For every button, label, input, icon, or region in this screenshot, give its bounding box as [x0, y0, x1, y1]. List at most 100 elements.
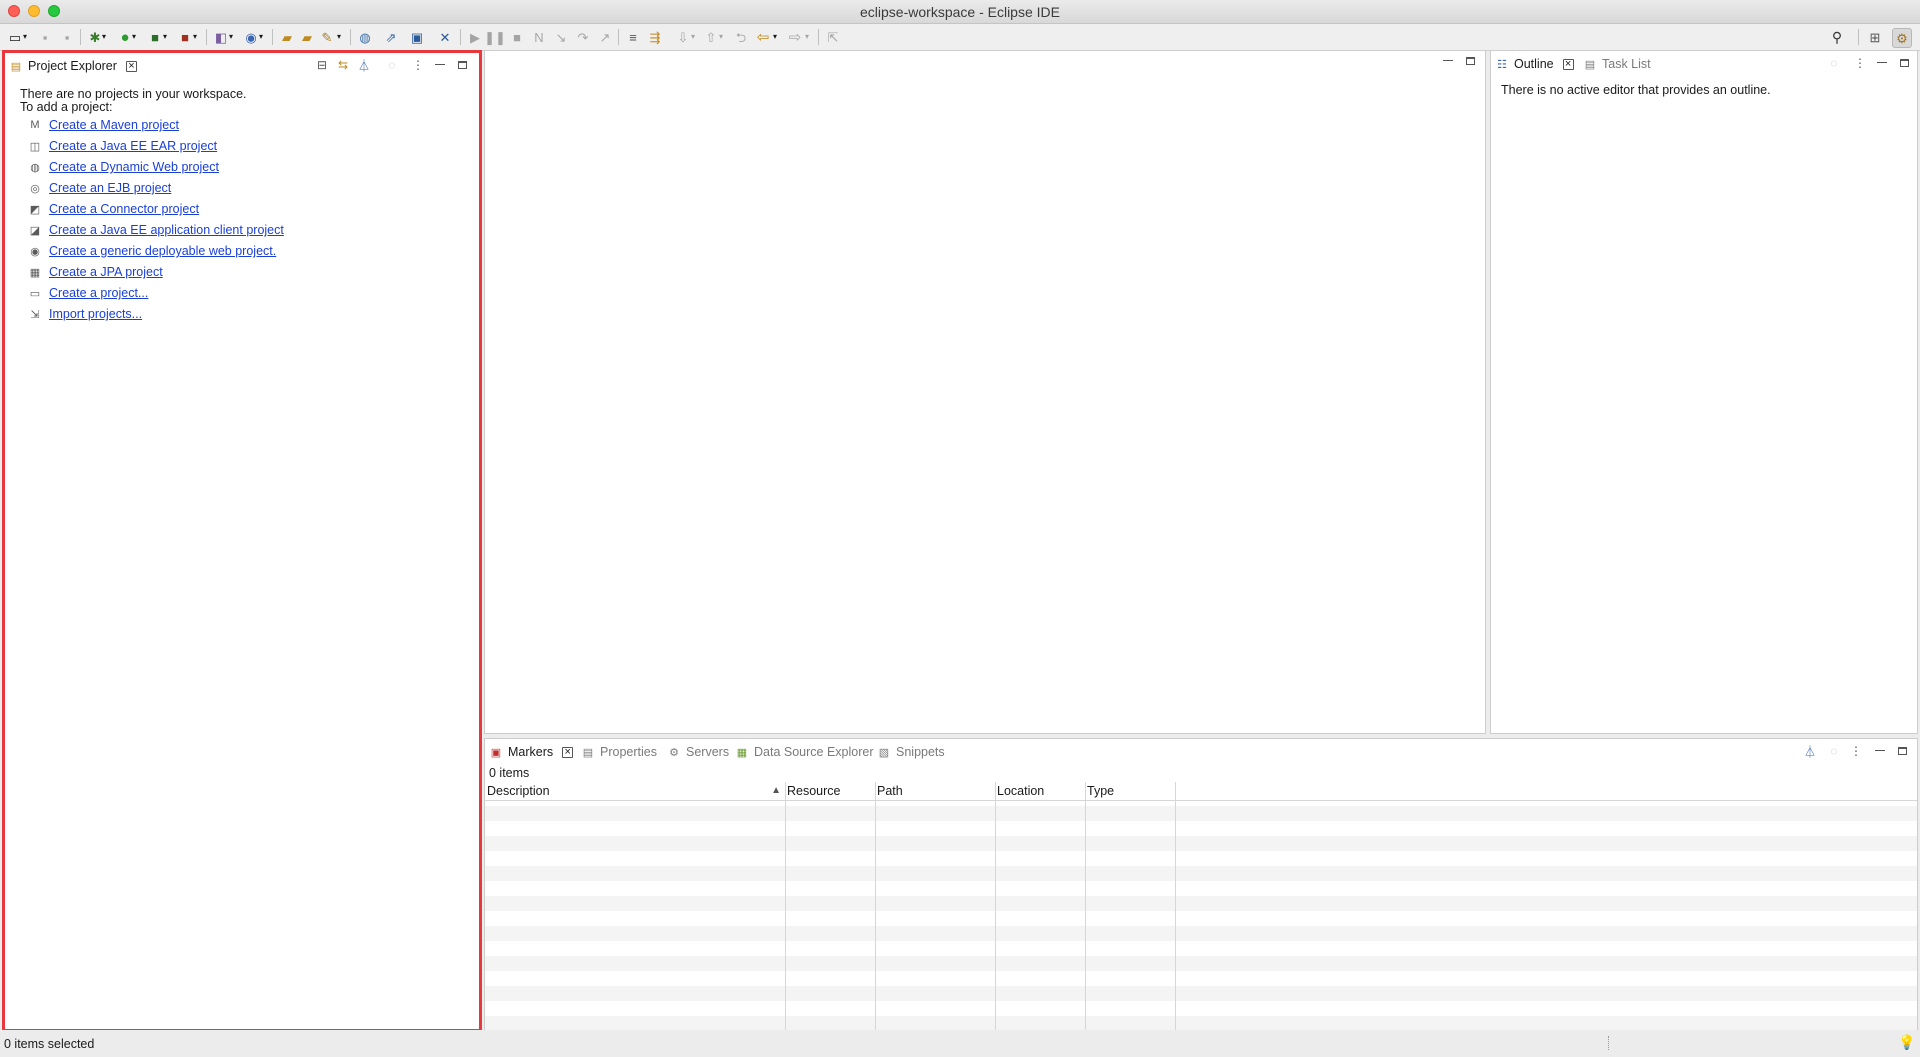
open-console-icon[interactable]: ▣	[408, 28, 426, 46]
minimize-icon[interactable]	[1441, 54, 1455, 68]
project-link-row[interactable]: ◪ Create a Java EE application client pro…	[27, 221, 284, 239]
chevron-down-icon[interactable]: ▾	[190, 28, 200, 46]
focus-icon[interactable]: ◌	[1827, 744, 1841, 758]
column-type[interactable]: Type	[1085, 782, 1175, 800]
column-description[interactable]: Description ▲	[485, 782, 785, 800]
disconnect-icon[interactable]: N	[530, 28, 548, 46]
tab-markers-label: Markers	[508, 745, 554, 759]
save-all-icon[interactable]: ▪	[58, 28, 76, 46]
project-link[interactable]: Create a Java EE EAR project	[49, 139, 217, 153]
project-link[interactable]: Create an EJB project	[49, 181, 171, 195]
project-link[interactable]: Import projects...	[49, 307, 142, 321]
new-project-icon: ▭	[29, 287, 41, 300]
chevron-down-icon[interactable]: ▾	[802, 28, 812, 46]
chevron-down-icon[interactable]: ▾	[129, 28, 139, 46]
window-titlebar: eclipse-workspace - Eclipse IDE	[0, 0, 1920, 24]
tab-task-list-label: Task List	[1602, 57, 1651, 71]
view-menu-icon[interactable]: ⋮	[1849, 744, 1863, 758]
deploy-icon[interactable]: ⇗	[382, 28, 400, 46]
table-row	[485, 926, 1917, 941]
minimize-icon[interactable]	[1875, 56, 1889, 70]
project-link-row[interactable]: ◫ Create a Java EE EAR project	[27, 137, 217, 155]
project-link-row[interactable]: ▦ Create a JPA project	[27, 263, 163, 281]
project-link[interactable]: Create a Connector project	[49, 202, 199, 216]
tab-task-list[interactable]: ▤ Task List	[1583, 55, 1651, 73]
tab-properties-label: Properties	[600, 745, 657, 759]
close-icon[interactable]: ×	[1562, 58, 1574, 70]
maximize-icon[interactable]	[455, 58, 469, 72]
maximize-icon[interactable]	[1895, 744, 1909, 758]
last-edit-icon[interactable]: ⮌	[732, 28, 750, 46]
toggle-breadcrumb-icon[interactable]: ⇶	[646, 28, 664, 46]
project-link[interactable]: Create a Java EE application client proj…	[49, 223, 284, 237]
column-description-label: Description	[487, 784, 550, 798]
column-path[interactable]: Path	[875, 782, 995, 800]
tab-properties[interactable]: ▤ Properties	[581, 743, 657, 761]
status-divider	[1608, 1036, 1610, 1050]
filter-icon[interactable]: ⏃	[357, 58, 371, 73]
project-link-row[interactable]: ◉ Create a generic deployable web project…	[27, 242, 276, 260]
minimize-icon[interactable]	[1873, 744, 1887, 758]
tab-snippets[interactable]: ▧ Snippets	[877, 743, 945, 761]
close-icon[interactable]: ×	[562, 746, 574, 758]
status-bar: 0 items selected 💡	[0, 1030, 1920, 1057]
tip-lightbulb-icon[interactable]: 💡	[1898, 1034, 1915, 1051]
step-over-icon[interactable]: ↷	[574, 28, 592, 46]
chevron-down-icon[interactable]: ▾	[688, 28, 698, 46]
terminate-icon[interactable]: ■	[508, 28, 526, 46]
project-link-row[interactable]: ◩ Create a Connector project	[27, 200, 199, 218]
tab-data-source-explorer[interactable]: ▦ Data Source Explorer	[735, 743, 874, 761]
project-link[interactable]: Create a Dynamic Web project	[49, 160, 219, 174]
focus-icon[interactable]: ◌	[385, 58, 399, 72]
chevron-down-icon[interactable]: ▾	[334, 28, 344, 46]
collapse-all-icon[interactable]: ⊟	[315, 58, 329, 72]
project-link[interactable]: Create a JPA project	[49, 265, 163, 279]
step-return-icon[interactable]: ↗	[596, 28, 614, 46]
view-menu-icon[interactable]: ⋮	[411, 58, 425, 72]
java-ee-perspective-icon[interactable]: ⚙	[1892, 28, 1912, 48]
resume-icon[interactable]: ▶	[466, 28, 484, 46]
project-link[interactable]: Create a project...	[49, 286, 148, 300]
snippets-icon: ▧	[878, 746, 890, 759]
pin-icon[interactable]: ✕	[436, 28, 454, 46]
step-into-icon[interactable]: ↘	[552, 28, 570, 46]
tab-outline[interactable]: ☷ Outline ×	[1495, 55, 1574, 73]
suspend-icon[interactable]: ❚❚	[484, 28, 506, 46]
tab-servers[interactable]: ⚙ Servers	[667, 743, 729, 761]
tab-markers[interactable]: ▣ Markers ×	[489, 743, 574, 761]
open-perspective-icon[interactable]: ⊞	[1866, 28, 1884, 46]
maximize-icon[interactable]	[1463, 54, 1477, 68]
project-link-row[interactable]: ▭ Create a project...	[27, 284, 149, 302]
pin-editor-icon[interactable]: ⇱	[824, 28, 842, 46]
chevron-down-icon[interactable]: ▾	[20, 28, 30, 46]
focus-icon[interactable]: ◌	[1827, 56, 1841, 70]
search-icon[interactable]: ⚲	[1828, 28, 1846, 46]
filter-icon[interactable]: ⏃	[1803, 744, 1817, 759]
save-icon[interactable]: ▪	[36, 28, 54, 46]
chevron-down-icon[interactable]: ▾	[716, 28, 726, 46]
column-resource[interactable]: Resource	[785, 782, 875, 800]
column-location[interactable]: Location	[995, 782, 1085, 800]
link-with-editor-icon[interactable]: ⇆	[336, 58, 350, 72]
project-link[interactable]: Create a generic deployable web project.	[49, 244, 276, 258]
minimize-icon[interactable]	[433, 58, 447, 72]
project-link-row[interactable]: M Create a Maven project	[27, 116, 179, 134]
project-link-row[interactable]: ◍ Create a Dynamic Web project	[27, 158, 219, 176]
toggle-mark-icon[interactable]: ≡	[624, 28, 642, 46]
view-menu-icon[interactable]: ⋮	[1853, 56, 1867, 70]
close-icon[interactable]: ×	[125, 60, 137, 72]
project-link[interactable]: Create a Maven project	[49, 118, 179, 132]
project-link-row[interactable]: ◎ Create an EJB project	[27, 179, 171, 197]
open-type-icon[interactable]: ▰	[278, 28, 296, 46]
chevron-down-icon[interactable]: ▾	[770, 28, 780, 46]
web-browser-icon[interactable]: ◍	[356, 28, 374, 46]
chevron-down-icon[interactable]: ▾	[226, 28, 236, 46]
maximize-icon[interactable]	[1897, 56, 1911, 70]
open-folder-icon[interactable]: ▰	[298, 28, 316, 46]
project-link-row[interactable]: ⇲ Import projects...	[27, 305, 142, 323]
tab-project-explorer[interactable]: ▤ Project Explorer ×	[9, 57, 137, 75]
chevron-down-icon[interactable]: ▾	[256, 28, 266, 46]
markers-count: 0 items	[489, 766, 530, 780]
chevron-down-icon[interactable]: ▾	[160, 28, 170, 46]
chevron-down-icon[interactable]: ▾	[99, 28, 109, 46]
